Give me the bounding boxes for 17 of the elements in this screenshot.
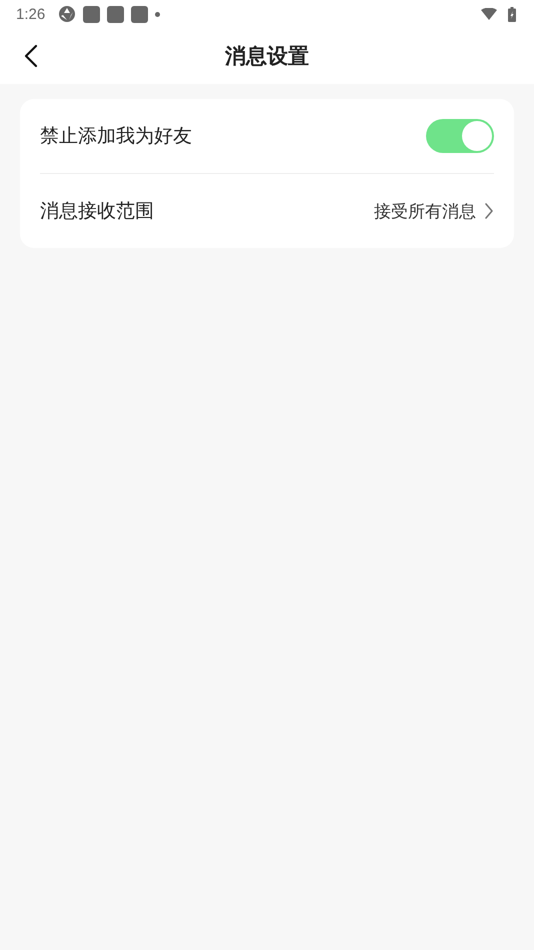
notification-icon — [83, 6, 100, 22]
aperture-icon — [58, 5, 76, 23]
back-button[interactable] — [22, 42, 40, 70]
chevron-right-icon — [484, 202, 494, 220]
chevron-left-icon — [24, 44, 38, 68]
page-title: 消息设置 — [225, 43, 309, 70]
notification-icon — [107, 6, 124, 22]
setting-value: 接受所有消息 — [374, 200, 476, 222]
setting-label: 消息接收范围 — [40, 199, 154, 224]
setting-row[interactable]: 消息接收范围 接受所有消息 — [40, 174, 494, 248]
notification-icon — [131, 6, 148, 22]
dot-icon — [155, 12, 160, 16]
battery-icon — [508, 6, 516, 22]
wifi-icon — [481, 8, 497, 20]
toggle-switch[interactable] — [426, 119, 494, 153]
setting-label: 禁止添加我为好友 — [40, 124, 192, 149]
status-time: 1:26 — [16, 6, 46, 22]
